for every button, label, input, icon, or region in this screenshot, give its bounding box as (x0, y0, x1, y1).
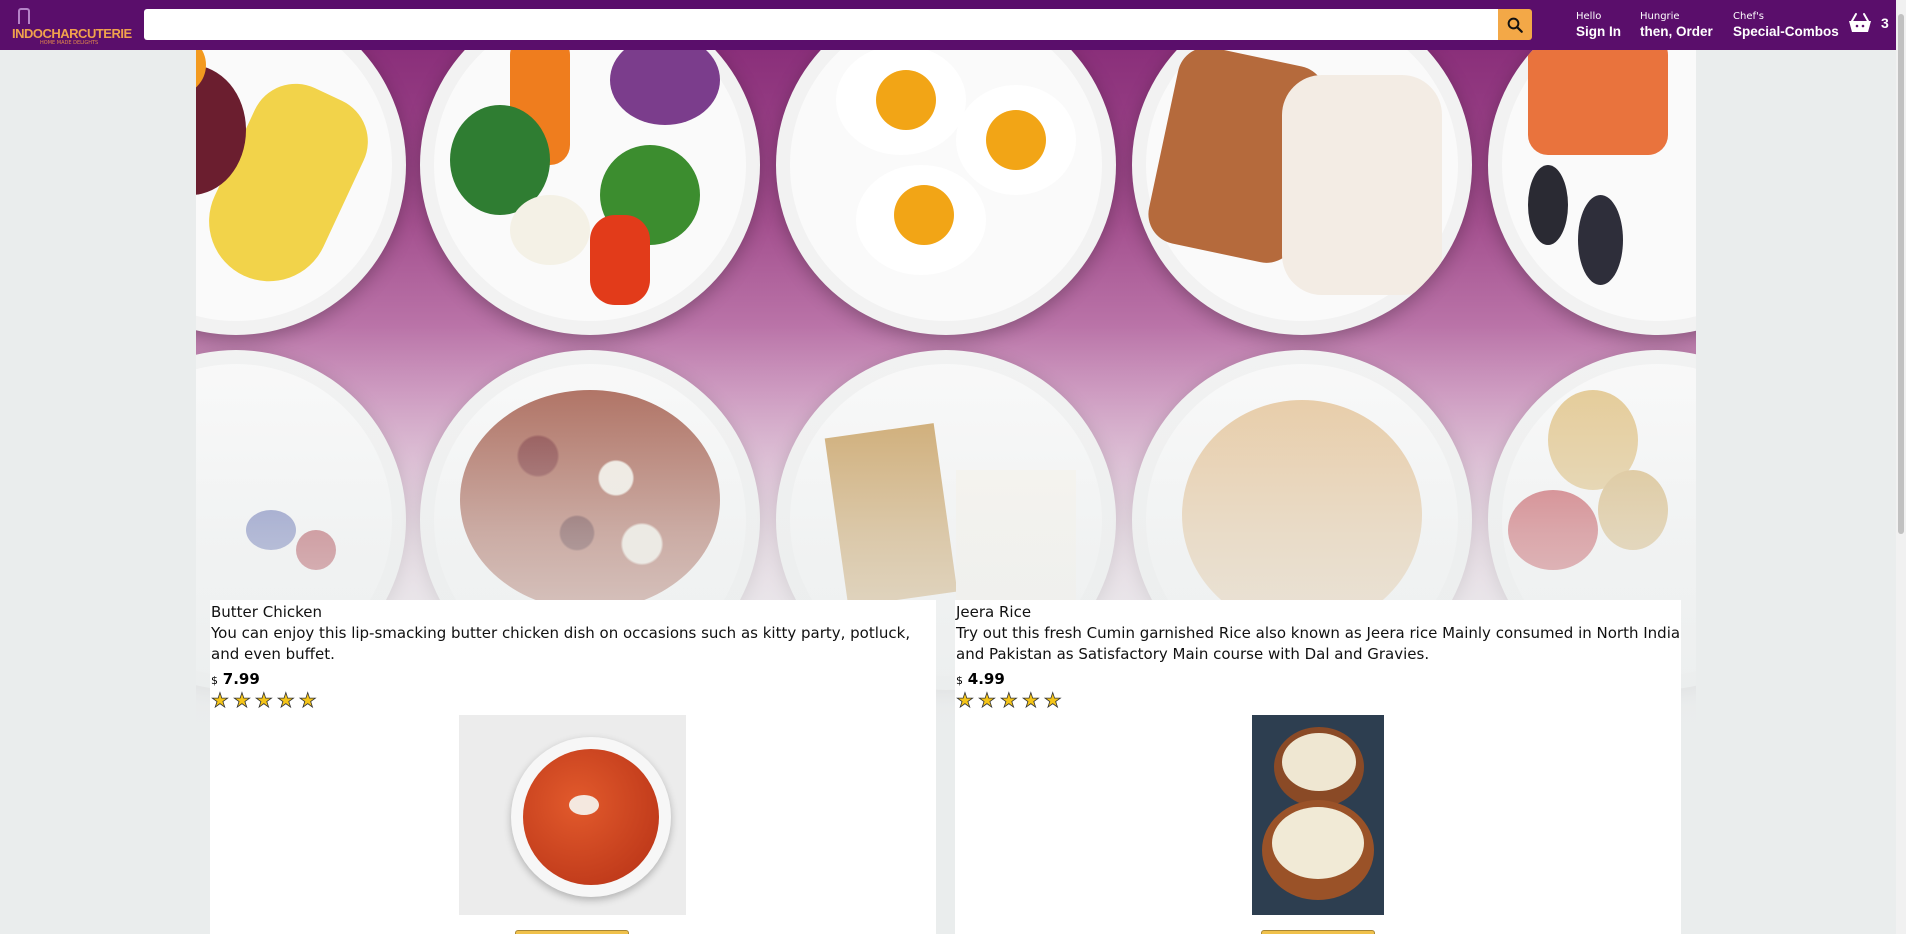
product-card: Butter Chicken You can enjoy this lip-sm… (210, 600, 936, 934)
product-description: You can enjoy this lip-smacking butter c… (211, 624, 911, 663)
price-currency: $ (211, 674, 218, 687)
product-price: $ 4.99 (956, 670, 1681, 688)
search-bar (144, 9, 1532, 40)
basket-icon (1849, 13, 1871, 32)
orders-line1: Hungrie (1640, 11, 1680, 22)
star-icon: ★ (1043, 688, 1062, 712)
star-icon: ★ (254, 688, 273, 712)
product-name[interactable]: Jeera Rice (956, 602, 1681, 622)
star-icon: ★ (956, 688, 975, 712)
signin-greeting: Hello (1576, 11, 1602, 22)
product-description: Try out this fresh Cumin garnished Rice … (956, 624, 1681, 663)
product-rating: ★ ★ ★ ★ ★ (956, 688, 1681, 712)
chef-hat-icon (18, 8, 30, 24)
butter-chicken-image[interactable] (459, 715, 686, 915)
price-amount: 7.99 (222, 670, 260, 688)
top-navbar: INDOCHARCUTERIE HOME MADE DELIGHTS Hello… (0, 0, 1896, 50)
star-icon: ★ (211, 688, 230, 712)
combos-label: Special-Combos (1733, 24, 1839, 39)
star-icon: ★ (1021, 688, 1040, 712)
star-icon: ★ (977, 688, 997, 712)
add-to-cart-button[interactable] (1261, 930, 1375, 934)
jeera-rice-image[interactable] (1252, 715, 1384, 915)
price-amount: 4.99 (967, 670, 1005, 688)
orders-link[interactable]: Hungrie then, Order (1640, 10, 1713, 40)
star-icon: ★ (298, 688, 317, 712)
combos-line1: Chef's (1733, 11, 1764, 22)
brand-logo[interactable]: INDOCHARCUTERIE HOME MADE DELIGHTS (0, 0, 132, 50)
signin-link[interactable]: Hello Sign In (1576, 10, 1621, 40)
product-card: Jeera Rice Try out this fresh Cumin garn… (955, 600, 1681, 934)
star-icon: ★ (232, 688, 252, 712)
page-scrollbar[interactable] (1896, 0, 1906, 934)
orders-label: then, Order (1640, 24, 1713, 39)
search-icon (1507, 17, 1523, 33)
search-input[interactable] (144, 9, 1498, 40)
search-button[interactable] (1498, 9, 1532, 40)
price-currency: $ (956, 674, 963, 687)
special-combos-link[interactable]: Chef's Special-Combos (1733, 10, 1839, 40)
star-icon: ★ (276, 688, 295, 712)
product-rating: ★ ★ ★ ★ ★ (211, 688, 936, 712)
brand-tagline: HOME MADE DELIGHTS (40, 40, 99, 46)
cart-button[interactable]: 3 (1848, 12, 1889, 34)
product-price: $ 7.99 (211, 670, 936, 688)
brand-name: INDOCHARCUTERIE (12, 26, 132, 41)
product-name[interactable]: Butter Chicken (211, 602, 936, 622)
star-icon: ★ (999, 688, 1018, 712)
cart-count: 3 (1881, 15, 1889, 31)
add-to-cart-button[interactable] (515, 930, 629, 934)
scrollbar-thumb[interactable] (1898, 14, 1904, 534)
signin-label: Sign In (1576, 24, 1621, 39)
